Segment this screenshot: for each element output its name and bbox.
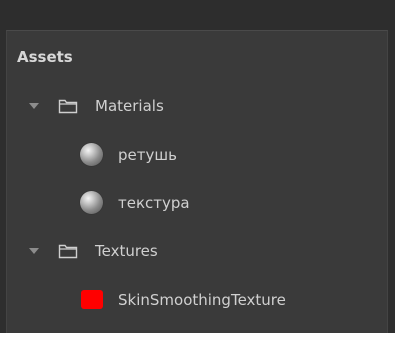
folder-label-materials: Materials [95, 97, 164, 115]
top-bar [0, 0, 395, 30]
folder-label-textures: Textures [95, 242, 158, 260]
asset-row-skin-smoothing-texture[interactable]: SkinSmoothingTexture [0, 284, 382, 316]
assets-panel-title: Assets [17, 48, 73, 66]
chevron-down-icon[interactable] [29, 103, 39, 109]
asset-label-texture: текстура [118, 194, 190, 212]
folder-icon [58, 244, 78, 259]
material-sphere-icon [80, 191, 103, 214]
material-sphere-icon [80, 143, 103, 166]
folder-icon [58, 99, 78, 114]
red-texture-swatch-icon [81, 290, 103, 309]
asset-row-texture[interactable]: текстура [0, 187, 382, 219]
asset-label-retouch: ретушь [118, 146, 177, 164]
folder-row-materials[interactable]: Materials [0, 90, 382, 122]
chevron-down-icon[interactable] [29, 248, 39, 254]
asset-label-skin-smoothing-texture: SkinSmoothingTexture [118, 291, 286, 309]
bottom-background-strip [0, 333, 395, 351]
folder-row-textures[interactable]: Textures [0, 235, 382, 267]
asset-row-retouch[interactable]: ретушь [0, 139, 382, 171]
